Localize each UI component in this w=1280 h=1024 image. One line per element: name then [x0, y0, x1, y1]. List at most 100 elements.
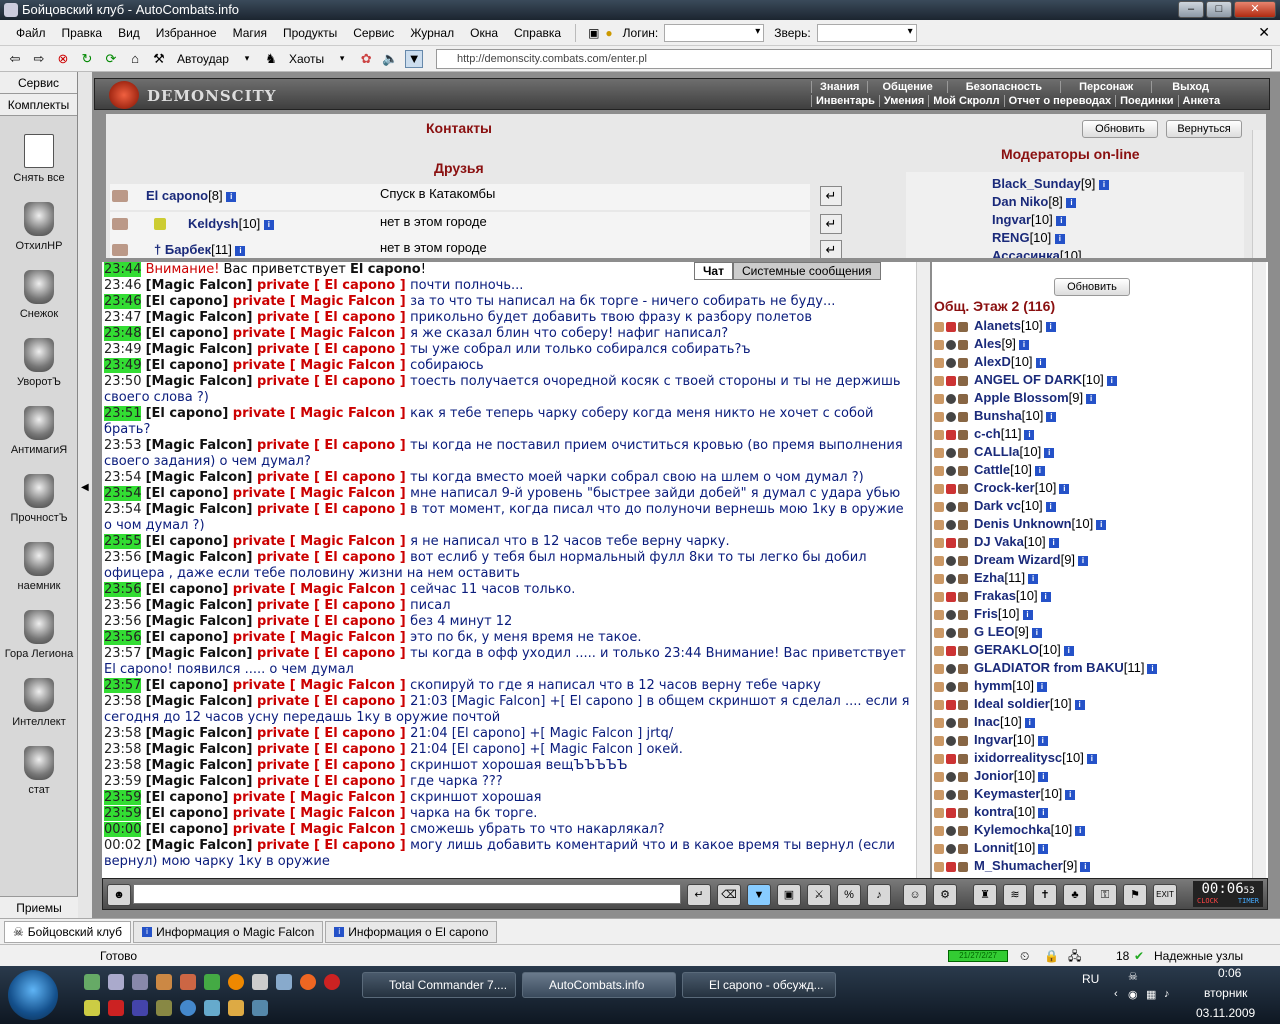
minimize-button[interactable]: – — [1178, 1, 1204, 18]
set-item[interactable]: Интеллект — [0, 678, 78, 728]
chat-sender[interactable]: [El capono] — [146, 582, 229, 597]
info-icon[interactable]: i — [1065, 789, 1076, 800]
chat-time[interactable]: 23:51 — [104, 406, 142, 421]
tab-system-messages[interactable]: Системные сообщения — [732, 262, 881, 280]
tab-fight-club[interactable]: ☠ Бойцовский клуб — [4, 920, 132, 943]
flag-icon[interactable]: ⚑ — [1123, 884, 1147, 906]
start-button[interactable] — [8, 970, 58, 1020]
chat-private-recipient[interactable]: private [ El capono ] — [252, 742, 410, 757]
chat-private-recipient[interactable]: private [ Magic Falcon ] — [228, 294, 410, 309]
chat-time[interactable]: 23:46 — [104, 278, 141, 293]
info-icon[interactable]: i — [1040, 591, 1051, 602]
chat-time[interactable]: 23:49 — [104, 342, 141, 357]
chat-private-recipient[interactable]: private [ El capono ] — [252, 598, 410, 613]
sets-tab[interactable]: Комплекты — [0, 94, 77, 116]
private-message-icon[interactable] — [934, 483, 944, 494]
quicklaunch-icon[interactable] — [132, 1000, 148, 1016]
sound-icon[interactable]: 🔈 — [381, 50, 399, 68]
chat-time[interactable]: 23:59 — [104, 790, 142, 805]
beast-select[interactable] — [816, 23, 917, 42]
private-message-icon[interactable] — [934, 771, 944, 782]
private-message-icon[interactable] — [934, 537, 944, 548]
friend-name[interactable]: Keldysh[10] i — [188, 216, 274, 231]
private-message-icon[interactable] — [934, 465, 944, 476]
chat-sender[interactable]: [El capono] — [146, 534, 229, 549]
return-icon[interactable]: ↵ — [820, 240, 842, 258]
chat-sender[interactable]: [Magic Falcon] — [146, 598, 253, 613]
chevron-down-icon[interactable]: ▾ — [333, 50, 351, 68]
quicklaunch-icon[interactable] — [156, 1000, 172, 1016]
moderator-row[interactable]: Ассасинка[10] — [992, 248, 1082, 258]
moderator-row[interactable]: RENG[10] i — [992, 230, 1065, 245]
info-icon[interactable]: i — [1024, 429, 1035, 440]
fight-icon[interactable]: ⚔ — [807, 884, 831, 906]
online-user[interactable]: Denis Unknown[10] i — [934, 516, 1107, 531]
private-message-icon[interactable] — [934, 321, 944, 332]
opera-icon[interactable] — [324, 974, 340, 990]
chat-time[interactable]: 23:47 — [104, 310, 141, 325]
home-icon[interactable]: ⌂ — [126, 50, 144, 68]
contacts-back-button[interactable]: Вернуться — [1166, 120, 1242, 138]
online-user[interactable]: hymm[10] i — [934, 678, 1047, 693]
nav-fights[interactable]: Поединки — [1115, 95, 1177, 107]
chat-message-input[interactable] — [133, 884, 681, 904]
chat-sender[interactable]: [El capono] — [146, 678, 229, 693]
back-icon[interactable]: ⇦ — [6, 50, 24, 68]
info-icon[interactable]: i — [1045, 501, 1056, 512]
chat-private-recipient[interactable]: private [ Magic Falcon ] — [228, 806, 410, 821]
chat-time[interactable]: 00:00 — [104, 822, 142, 837]
quicklaunch-icon[interactable] — [252, 974, 268, 990]
info-icon[interactable]: i — [1080, 861, 1091, 872]
chat-time[interactable]: 23:57 — [104, 646, 141, 661]
smiley-icon[interactable]: ☻ — [107, 884, 131, 906]
online-user[interactable]: Dream Wizard[9] i — [934, 552, 1089, 567]
moderator-row[interactable]: Dan Niko[8] i — [992, 194, 1077, 209]
chat-time[interactable]: 23:58 — [104, 726, 141, 741]
tray-time[interactable]: 0:06 — [1218, 966, 1241, 980]
chat-time[interactable]: 23:53 — [104, 438, 141, 453]
chat-sender[interactable]: [Magic Falcon] — [146, 614, 253, 629]
emoticon-icon[interactable]: ☺ — [903, 884, 927, 906]
friend-name[interactable]: † Барбек[11] i — [154, 242, 246, 257]
info-icon[interactable]: i — [1059, 483, 1070, 494]
chrome-icon[interactable] — [204, 974, 220, 990]
online-scrollbar[interactable] — [1252, 262, 1266, 878]
set-item[interactable]: ПрочностЪ — [0, 474, 78, 524]
online-user[interactable]: AlexD[10] i — [934, 354, 1046, 369]
chat-time[interactable]: 00:02 — [104, 838, 141, 853]
chevron-left-icon[interactable]: ◀ — [81, 482, 89, 493]
set-item[interactable]: АнтимагиЯ — [0, 406, 78, 456]
chat-sender[interactable]: [Magic Falcon] — [146, 774, 253, 789]
online-user[interactable]: Cattle[10] i — [934, 462, 1045, 477]
volume-icon[interactable]: ♪ — [1164, 988, 1170, 1000]
chat-sender[interactable]: [Magic Falcon] — [146, 694, 253, 709]
menu-windows[interactable]: Окна — [462, 26, 506, 40]
chat-time[interactable]: 23:59 — [104, 774, 141, 789]
contacts-scrollbar[interactable] — [1252, 130, 1266, 258]
info-icon[interactable]: i — [1044, 447, 1055, 458]
eraser-icon[interactable]: ⌫ — [717, 884, 741, 906]
private-message-icon[interactable] — [934, 789, 944, 800]
info-icon[interactable]: i — [1038, 771, 1049, 782]
taskbar-el-capono[interactable]: El capono - обсужд... — [682, 972, 836, 998]
chat-private-recipient[interactable]: private [ El capono ] — [252, 438, 410, 453]
chat-sender[interactable]: [Magic Falcon] — [146, 374, 253, 389]
set-item[interactable]: наемник — [0, 542, 78, 592]
chat-private-recipient[interactable]: private [ El capono ] — [252, 470, 410, 485]
tab-info-magic-falcon[interactable]: i Информация о Magic Falcon — [133, 920, 324, 943]
chat-time[interactable]: 23:54 — [104, 470, 141, 485]
private-message-icon[interactable] — [112, 218, 128, 230]
send-icon[interactable]: ↵ — [687, 884, 711, 906]
info-icon[interactable]: i — [1028, 573, 1039, 584]
online-user[interactable]: CALLIa[10] i — [934, 444, 1055, 459]
online-user[interactable]: c-ch[11] i — [934, 426, 1035, 441]
chat-sender[interactable]: [Magic Falcon] — [146, 550, 253, 565]
private-message-icon[interactable] — [934, 861, 944, 872]
info-icon[interactable]: i — [1096, 519, 1107, 530]
chat-sender[interactable]: [Magic Falcon] — [146, 838, 253, 853]
online-user[interactable]: Keymaster[10] i — [934, 786, 1076, 801]
private-message-icon[interactable] — [934, 375, 944, 386]
chat-sender[interactable]: [Magic Falcon] — [146, 646, 253, 661]
quicklaunch-icon[interactable] — [228, 1000, 244, 1016]
chat-private-recipient[interactable]: private [ Magic Falcon ] — [228, 678, 410, 693]
